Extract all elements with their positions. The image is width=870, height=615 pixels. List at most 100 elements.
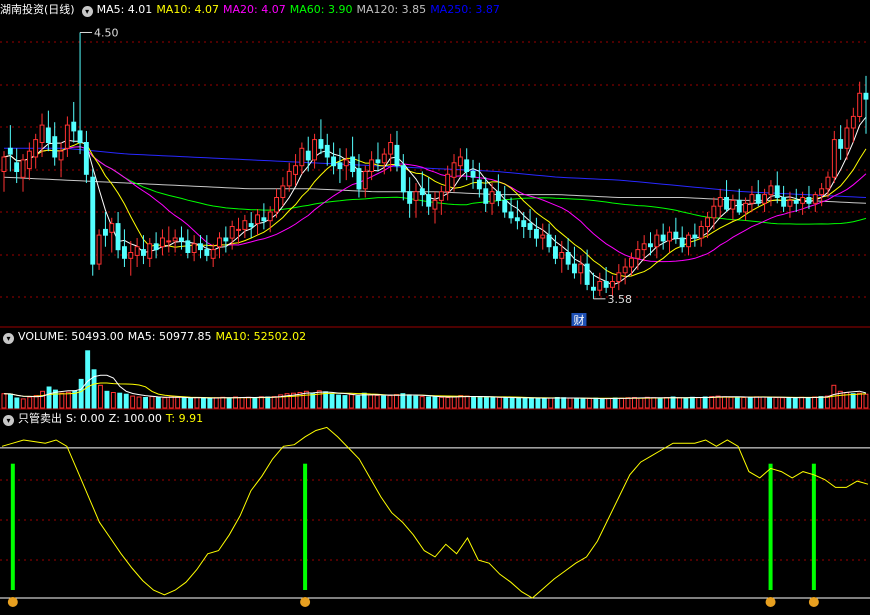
- candle: [274, 197, 280, 213]
- candle: [698, 226, 704, 239]
- candle: [267, 211, 273, 222]
- candle: [343, 159, 349, 167]
- candle: [191, 243, 197, 254]
- candle: [45, 127, 51, 143]
- candle: [489, 191, 495, 204]
- candle: [261, 217, 267, 222]
- volume-bar: [98, 384, 103, 409]
- candle: [521, 220, 527, 227]
- candle: [394, 144, 400, 167]
- candle: [122, 246, 127, 259]
- candle: [52, 136, 58, 158]
- volume-bar: [336, 394, 342, 409]
- candle: [369, 159, 375, 172]
- collapse-icon[interactable]: ▾: [3, 415, 14, 426]
- volume-bar: [792, 397, 798, 409]
- volume-bar: [233, 396, 239, 409]
- candle: [20, 159, 26, 178]
- volume-bar: [683, 397, 689, 409]
- candle: [248, 223, 254, 228]
- candle: [407, 191, 413, 204]
- candle: [660, 234, 666, 242]
- candle: [280, 185, 286, 198]
- volume-panel-header: ▾ VOLUME: 50493.00 MA5: 50977.85 MA10: 5250…: [0, 330, 314, 344]
- volume-bar: [767, 396, 772, 409]
- volume-bar: [561, 397, 567, 409]
- volume-bar: [638, 397, 644, 409]
- volume-bar: [59, 392, 65, 409]
- volume-bar: [657, 397, 663, 409]
- candle: [96, 234, 102, 265]
- candle: [679, 237, 685, 248]
- candle: [800, 197, 806, 204]
- volume-bar: [155, 396, 161, 409]
- candle: [781, 197, 787, 207]
- volume-bar: [670, 396, 676, 409]
- candle: [115, 223, 121, 251]
- candle: [762, 194, 767, 204]
- candle: [223, 237, 229, 242]
- volume-bar: [754, 396, 760, 409]
- volume-bar: [863, 393, 869, 409]
- candle: [229, 226, 235, 239]
- collapse-icon[interactable]: ▾: [3, 333, 14, 344]
- candle: [413, 191, 419, 201]
- volume-bar: [394, 394, 399, 409]
- candle: [648, 243, 653, 248]
- volume-bar: [541, 398, 547, 409]
- volume-bar: [104, 390, 110, 409]
- volume-bar: [451, 396, 457, 409]
- volume-bar: [323, 391, 329, 409]
- volume-ma-legend-item: MA10: 52502.02: [215, 330, 307, 343]
- volume-ma-legend-item: MA5: 50977.85: [127, 330, 212, 343]
- volume-bar: [734, 396, 740, 409]
- candle: [381, 153, 387, 164]
- volume-bar: [194, 397, 200, 409]
- candle: [603, 281, 609, 288]
- volume-bar: [27, 396, 33, 409]
- candle: [629, 257, 634, 268]
- candle: [572, 263, 577, 274]
- volume-bar: [33, 395, 39, 409]
- indicator-value: S: 0.00: [66, 412, 105, 425]
- volume-bar: [619, 397, 624, 409]
- sell-signal-bar: [811, 463, 816, 590]
- volume-bar: [799, 396, 805, 409]
- volume-bar: [239, 397, 245, 409]
- candle: [559, 252, 565, 259]
- candle: [673, 231, 679, 239]
- volume-bar: [786, 397, 792, 409]
- volume-bar: [593, 397, 599, 409]
- collapse-icon[interactable]: ▾: [81, 6, 93, 17]
- candle: [204, 249, 210, 256]
- kline-chart[interactable]: 4.50 3.58 财: [0, 0, 870, 615]
- candle: [71, 121, 77, 132]
- ma-legend-item: MA10: 4.07: [156, 3, 220, 16]
- ma250-line: [4, 147, 867, 198]
- candle: [210, 249, 216, 259]
- candle: [64, 124, 70, 149]
- volume-bar: [181, 397, 187, 409]
- candle: [476, 179, 482, 190]
- candle: [388, 142, 394, 155]
- candle: [591, 286, 596, 291]
- candle: [350, 156, 356, 172]
- candle: [844, 127, 850, 149]
- volume-bar: [413, 395, 419, 409]
- volume-bar: [471, 396, 477, 409]
- candle: [451, 162, 457, 178]
- indicator-panel-header: ▾ 只管卖出 S: 0.00 Z: 100.00 T: 9.91: [0, 412, 211, 426]
- candle: [825, 176, 831, 190]
- volume-bar: [773, 397, 779, 409]
- candle: [464, 159, 470, 172]
- volume-bar: [374, 394, 380, 409]
- candle: [850, 115, 856, 129]
- volume-bar: [368, 394, 374, 409]
- candle: [293, 165, 299, 175]
- candle: [717, 197, 723, 207]
- volume-bar: [677, 397, 682, 409]
- volume-bar: [246, 396, 251, 409]
- volume-bar: [548, 397, 554, 409]
- volume-bar: [445, 397, 451, 409]
- candle: [337, 162, 343, 170]
